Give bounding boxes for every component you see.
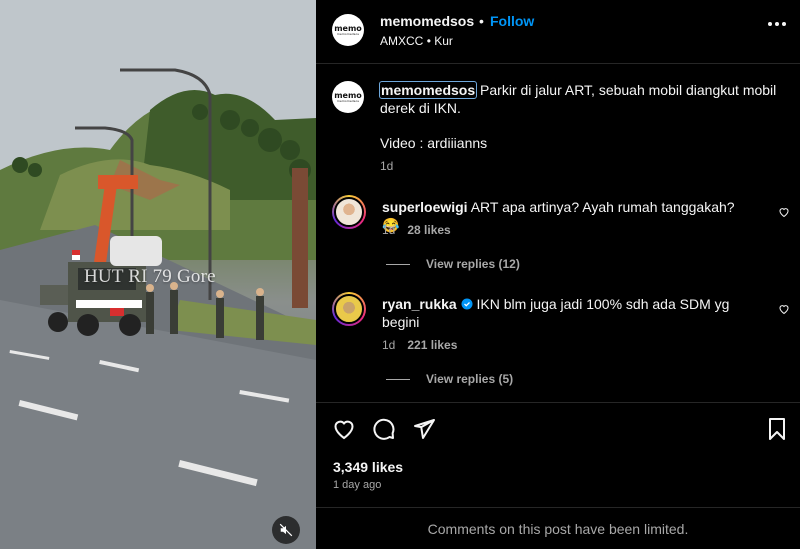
- comment-likes[interactable]: 28 likes: [407, 223, 450, 237]
- header-username[interactable]: memomedsos: [380, 13, 474, 29]
- comment-icon[interactable]: [372, 417, 396, 441]
- heart-icon[interactable]: [332, 417, 356, 441]
- bookmark-icon[interactable]: [766, 417, 788, 441]
- verified-badge-icon: [461, 298, 473, 310]
- post-panel: memo memomedsos memomedsos • Follow AMXCC…: [316, 0, 800, 549]
- like-count[interactable]: 3,349 likes: [333, 459, 403, 475]
- audio-name: AMXCC: [380, 34, 424, 48]
- post-time[interactable]: 1 day ago: [333, 479, 381, 491]
- comment-likes[interactable]: 221 likes: [407, 338, 457, 352]
- more-options-icon[interactable]: [768, 22, 786, 26]
- comment-time[interactable]: 1d: [382, 338, 395, 352]
- caption-avatar[interactable]: memo memomedsos: [332, 81, 364, 113]
- view-replies-button[interactable]: View replies (5): [386, 372, 513, 386]
- video-watermark: HUT RI 79 Gore: [84, 266, 216, 287]
- comment-meta: 1d 28 likes: [382, 223, 451, 237]
- comments-limited-notice: Comments on this post have been limited.: [316, 507, 800, 549]
- header-separator: •: [479, 13, 484, 29]
- post-actions: 3,349 likes 1 day ago: [316, 402, 800, 507]
- caption-credit: Video : ardiiianns: [380, 135, 488, 151]
- heart-icon[interactable]: [778, 206, 790, 218]
- comment-time[interactable]: 1d: [382, 223, 395, 237]
- comment-username[interactable]: ryan_rukka: [382, 296, 457, 312]
- mute-button[interactable]: [272, 516, 300, 544]
- follow-button[interactable]: Follow: [490, 13, 534, 29]
- share-icon[interactable]: [412, 417, 436, 441]
- post-header: memo memomedsos memomedsos • Follow AMXCC…: [316, 0, 800, 64]
- caption-time[interactable]: 1d: [380, 159, 393, 173]
- audio-separator: •: [426, 34, 431, 48]
- comment-meta: 1d 221 likes: [382, 338, 457, 352]
- comment-avatar[interactable]: [332, 292, 366, 326]
- heart-icon[interactable]: [778, 303, 790, 315]
- view-replies-label: View replies (5): [426, 372, 514, 386]
- comment-username[interactable]: superloewigi: [382, 199, 468, 215]
- audio-info[interactable]: AMXCC • Kur: [380, 34, 453, 48]
- memo-logo: memo memomedsos: [334, 23, 362, 36]
- avatar[interactable]: memo memomedsos: [332, 14, 364, 46]
- caption-text: memomedsos Parkir di jalur ART, sebuah m…: [378, 81, 780, 117]
- post-video[interactable]: HUT RI 79 Gore: [0, 0, 316, 549]
- view-replies-label: View replies (12): [426, 257, 520, 271]
- comment-avatar[interactable]: [332, 195, 366, 229]
- memo-logo: memo memomedsos: [334, 90, 362, 103]
- caption-username[interactable]: memomedsos: [378, 81, 478, 99]
- view-replies-button[interactable]: View replies (12): [386, 257, 520, 271]
- comment-text: ryan_rukka IKN blm juga jadi 100% sdh ad…: [382, 295, 752, 331]
- speaker-muted-icon: [279, 523, 293, 537]
- audio-track: Kur: [434, 34, 453, 48]
